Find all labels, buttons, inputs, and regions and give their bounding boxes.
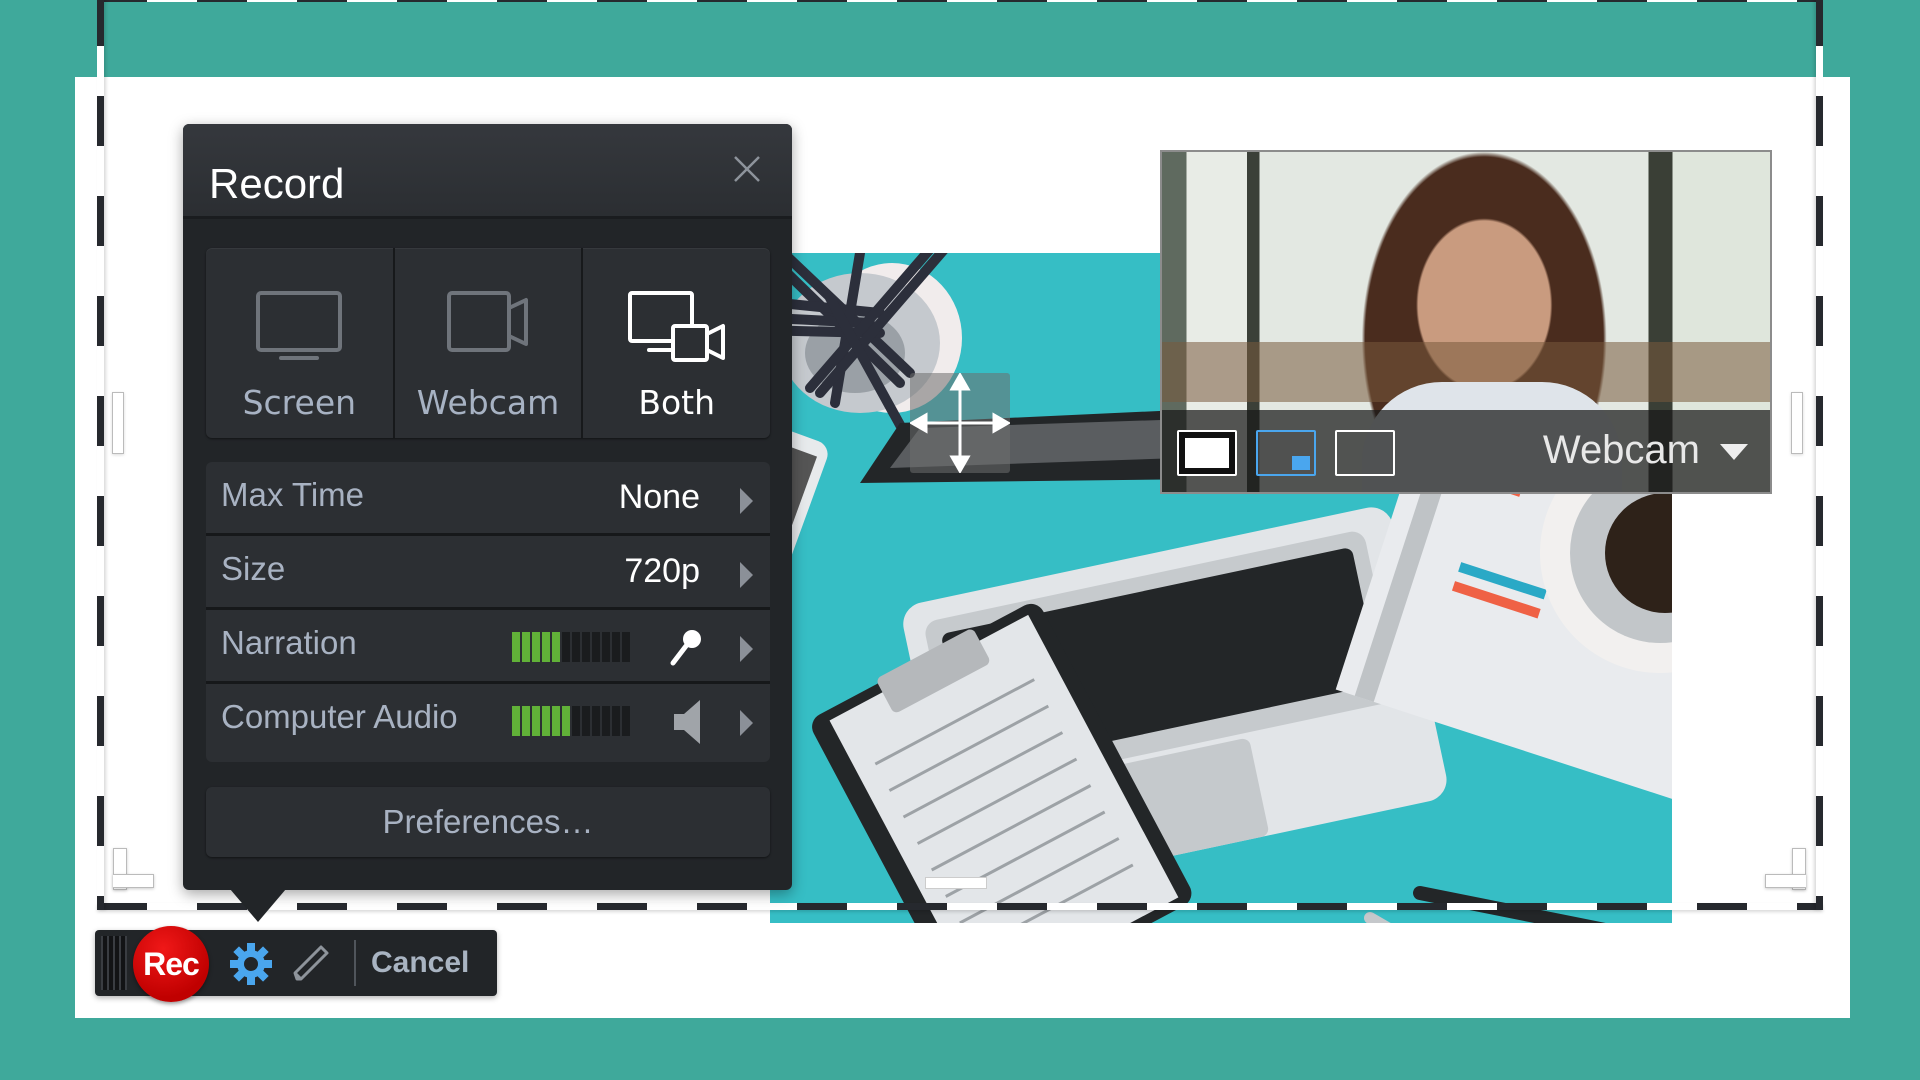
meter-segment (532, 632, 540, 662)
mode-label: Webcam (416, 383, 560, 422)
frame-bottom-edge[interactable] (97, 903, 1823, 910)
setting-label: Max Time (221, 476, 365, 513)
chevron-right-icon (740, 636, 753, 662)
setting-size[interactable]: Size 720p (206, 536, 770, 610)
setting-value: 720p (624, 552, 700, 590)
meter-segment (622, 706, 630, 736)
meter-segment (602, 706, 610, 736)
meter-segment (562, 706, 570, 736)
meter-segment (512, 706, 520, 736)
frame-left-edge[interactable] (97, 0, 104, 910)
frame-right-edge[interactable] (1816, 0, 1823, 910)
setting-max-time[interactable]: Max Time None (206, 462, 770, 536)
meter-segment (592, 632, 600, 662)
resize-handle-bottom[interactable] (925, 877, 987, 889)
monitor-and-camera-icon (627, 291, 725, 362)
dialog-title: Record (209, 160, 345, 207)
meter-segment (592, 706, 600, 736)
meter-segment (542, 632, 550, 662)
meter-segment (582, 706, 590, 736)
meter-segment (552, 706, 560, 736)
narration-level-meter (512, 632, 630, 662)
speaker-icon[interactable] (672, 698, 704, 746)
chevron-right-icon (740, 710, 753, 736)
meter-segment (562, 632, 570, 662)
layout-picture-in-picture-button[interactable] (1256, 430, 1316, 476)
setting-label: Size (221, 550, 286, 587)
resize-handle-bottom-left[interactable] (113, 848, 154, 890)
meter-segment (602, 632, 610, 662)
mode-label: Screen (242, 383, 357, 422)
chevron-right-icon (740, 488, 753, 514)
meter-segment (512, 632, 520, 662)
setting-label: Computer Audio (221, 698, 458, 735)
monitor-icon (256, 291, 343, 360)
webcam-source-select[interactable]: Webcam (1543, 428, 1700, 473)
record-mode-selector: Screen Webcam Both (206, 248, 770, 438)
pencil-icon[interactable] (291, 943, 333, 985)
computer-audio-level-meter (512, 706, 630, 736)
meter-segment (572, 632, 580, 662)
dialog-header: Record (183, 124, 792, 219)
layout-screen-only-button[interactable] (1335, 430, 1395, 476)
microphone-icon[interactable] (668, 628, 704, 668)
preferences-button[interactable]: Preferences… (206, 787, 770, 857)
dialog-pointer (230, 889, 286, 922)
mode-label: Both (638, 383, 716, 422)
layout-webcam-fullscreen-button[interactable] (1177, 430, 1237, 476)
recorder-toolbar: Rec Cancel (95, 926, 497, 1002)
video-camera-icon (447, 291, 528, 352)
meter-segment (522, 632, 530, 662)
meter-segment (622, 632, 630, 662)
close-icon[interactable] (732, 154, 762, 184)
setting-label: Narration (221, 624, 357, 661)
meter-segment (612, 706, 620, 736)
resize-handle-left[interactable] (112, 392, 124, 454)
meter-segment (542, 706, 550, 736)
meter-segment (552, 632, 560, 662)
toolbar-divider (354, 940, 356, 986)
cancel-button[interactable]: Cancel (371, 946, 469, 980)
chevron-down-icon[interactable] (1720, 444, 1748, 460)
rec-button[interactable]: Rec (133, 926, 209, 1002)
resize-handle-right[interactable] (1791, 392, 1803, 454)
webcam-controls-bar: Webcam (1162, 410, 1770, 492)
frame-top-edge[interactable] (97, 0, 1823, 2)
mode-webcam-button[interactable]: Webcam (395, 248, 584, 438)
gear-icon[interactable] (229, 942, 273, 986)
setting-narration[interactable]: Narration (206, 610, 770, 684)
setting-computer-audio[interactable]: Computer Audio (206, 684, 770, 762)
mode-both-button[interactable]: Both (583, 248, 770, 438)
record-dialog: Record Screen Webcam Both Max Time None … (183, 124, 792, 922)
meter-segment (612, 632, 620, 662)
record-settings-list: Max Time None Size 720p Narration Comput… (206, 462, 770, 762)
setting-value: None (618, 478, 700, 516)
chevron-right-icon (740, 562, 753, 588)
webcam-preview[interactable]: Webcam (1160, 150, 1772, 494)
meter-segment (532, 706, 540, 736)
resize-handle-bottom-right[interactable] (1765, 848, 1806, 890)
mode-screen-button[interactable]: Screen (206, 248, 395, 438)
meter-segment (522, 706, 530, 736)
meter-segment (582, 632, 590, 662)
drag-grip-handle[interactable] (101, 936, 127, 990)
meter-segment (572, 706, 580, 736)
